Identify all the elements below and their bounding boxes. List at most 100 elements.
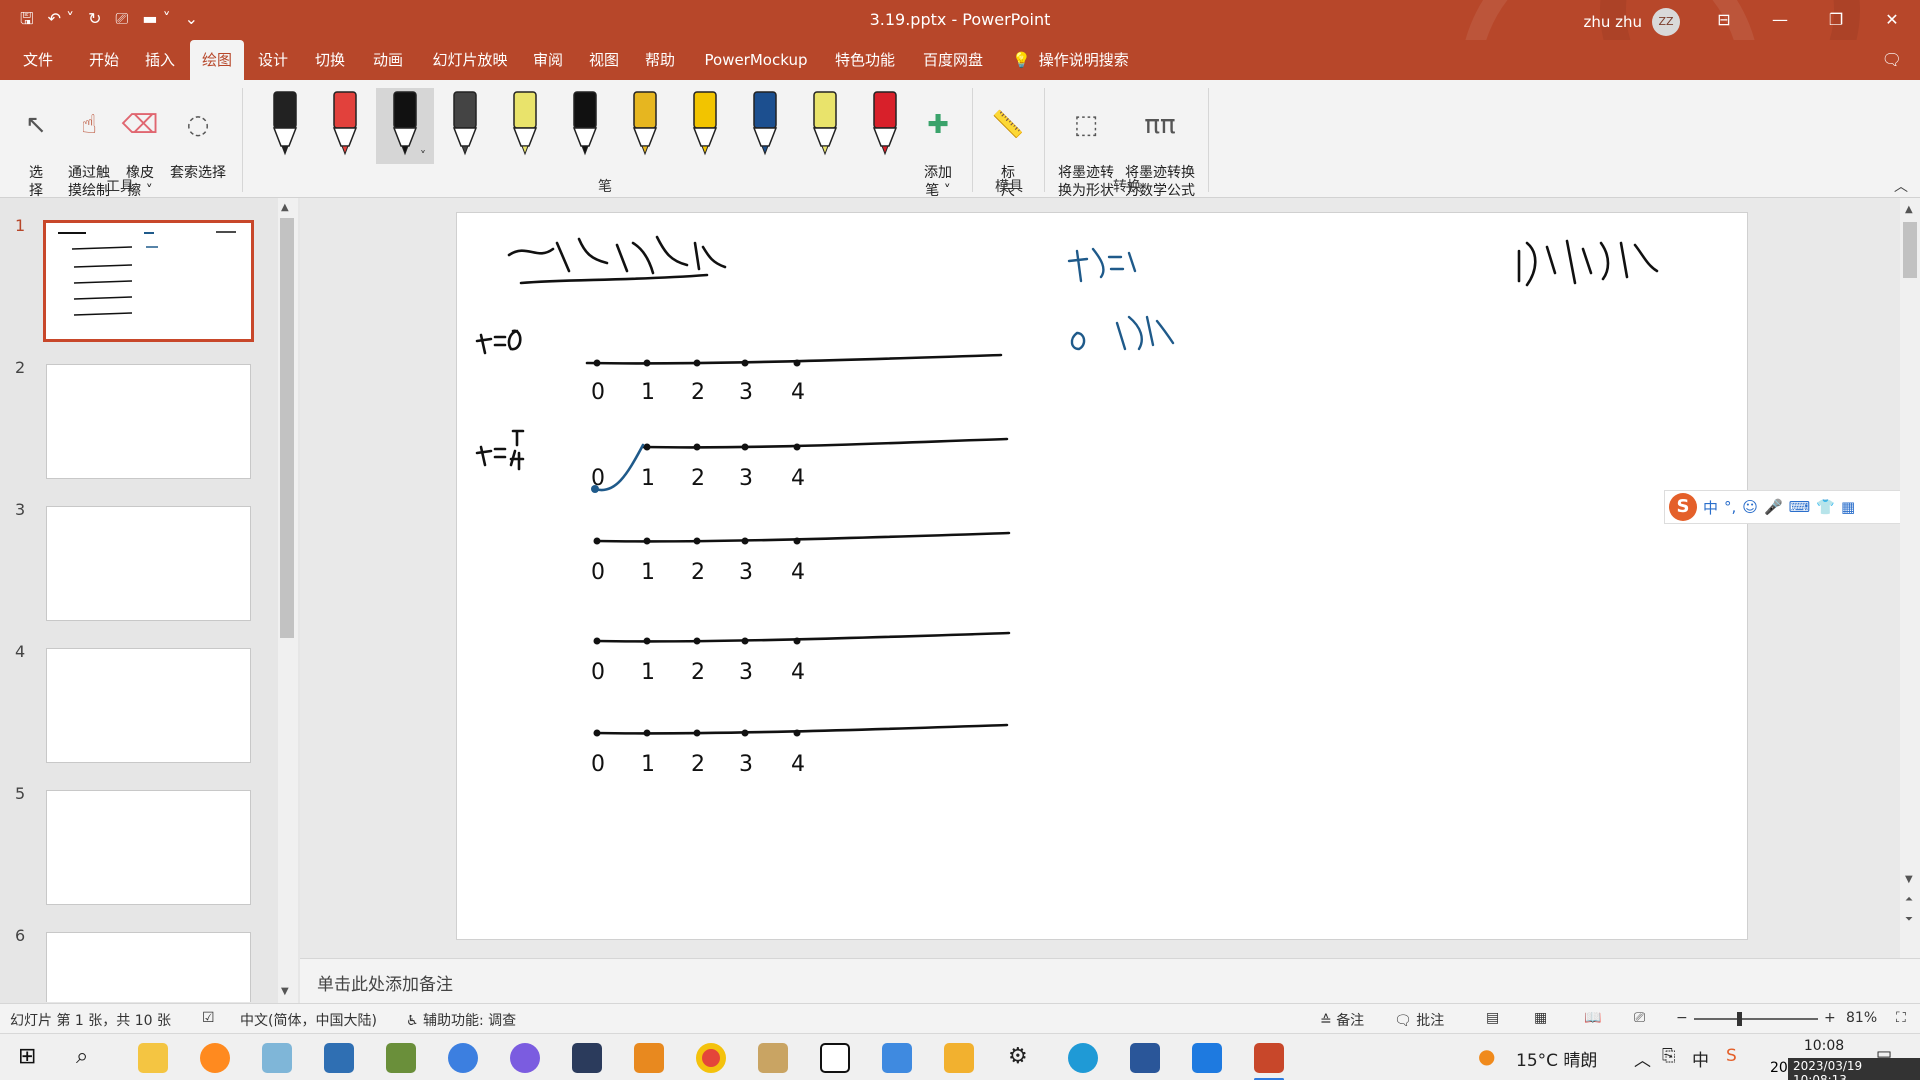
slide-thumbnail-2[interactable]	[46, 364, 251, 479]
tab-transitions[interactable]: 切换	[302, 40, 358, 80]
ime-emoji-icon[interactable]: ☺	[1742, 498, 1758, 516]
app-icon[interactable]	[262, 1043, 292, 1073]
fit-slide-icon[interactable]: ⛶	[1896, 1010, 1906, 1026]
pen-3[interactable]: ˅	[376, 88, 434, 164]
next-slide-icon[interactable]: ⏷	[1905, 914, 1913, 925]
zoom-level[interactable]: 81%	[1846, 1010, 1877, 1026]
ime-keyboard-icon[interactable]: ⌨	[1789, 498, 1811, 516]
tell-me-search[interactable]: 💡 操作说明搜索	[1012, 40, 1129, 80]
slide-scrollbar[interactable]: ▲ ▼ ⏶ ⏷	[1900, 198, 1920, 958]
user-account[interactable]: zhu zhu ZZ	[1583, 8, 1680, 36]
tab-special[interactable]: 特色功能	[824, 40, 906, 80]
notification-icon[interactable]: ▭	[1876, 1044, 1892, 1064]
app-icon[interactable]	[758, 1043, 788, 1073]
close-icon[interactable]: ✕	[1864, 0, 1920, 40]
app-icon[interactable]	[510, 1043, 540, 1073]
slide-thumbnail-6[interactable]	[46, 932, 251, 1002]
tab-insert[interactable]: 插入	[132, 40, 188, 80]
edge-icon[interactable]	[1068, 1043, 1098, 1073]
app-icon[interactable]	[1192, 1043, 1222, 1073]
tab-powermockup[interactable]: PowerMockup	[694, 40, 818, 80]
tray-chevron-icon[interactable]: ︿	[1634, 1046, 1651, 1071]
normal-view-icon[interactable]: ▤	[1486, 1010, 1499, 1026]
spellcheck-icon[interactable]: ☑	[202, 1010, 215, 1026]
scrollbar-thumb[interactable]	[280, 218, 294, 638]
ribbon-display-icon[interactable]: ⊟	[1696, 0, 1752, 40]
app-icon[interactable]	[944, 1043, 974, 1073]
ime-toolbar[interactable]: S 中 °, ☺ 🎤 ⌨ 👕 ▦	[1664, 490, 1920, 524]
tab-design[interactable]: 设计	[246, 40, 300, 80]
tab-slideshow[interactable]: 幻灯片放映	[422, 40, 518, 80]
pen-8[interactable]	[676, 88, 734, 164]
app-icon[interactable]	[386, 1043, 416, 1073]
thumbnail-scrollbar[interactable]: ▲ ▼	[278, 198, 298, 1003]
comments-icon[interactable]: 🗨	[1882, 50, 1902, 69]
pen-5[interactable]	[496, 88, 554, 164]
avatar[interactable]: ZZ	[1652, 8, 1680, 36]
app-icon[interactable]	[882, 1043, 912, 1073]
slide-thumbnail-3[interactable]	[46, 506, 251, 621]
lasso-select-button[interactable]: ◌ 套索选择	[166, 90, 230, 182]
sogou-tray-icon[interactable]: S	[1726, 1046, 1737, 1066]
weather-text[interactable]: 15°C 晴朗	[1516, 1046, 1597, 1071]
reading-view-icon[interactable]: 📖	[1584, 1010, 1601, 1026]
blender-icon[interactable]	[200, 1043, 230, 1073]
sublime-icon[interactable]	[634, 1043, 664, 1073]
tab-draw[interactable]: 绘图	[190, 40, 244, 80]
zoom-in-icon[interactable]: +	[1824, 1010, 1836, 1026]
ime-punct[interactable]: °,	[1724, 498, 1736, 516]
ime-skin-icon[interactable]: 👕	[1816, 498, 1835, 516]
search-icon[interactable]: ⌕	[76, 1044, 88, 1069]
select-button[interactable]: ↖ 选 择	[20, 90, 52, 200]
sorter-view-icon[interactable]: ▦	[1534, 1010, 1547, 1026]
pen-11[interactable]	[856, 88, 914, 164]
restore-icon[interactable]: ❐	[1808, 0, 1864, 40]
tab-baidu[interactable]: 百度网盘	[910, 40, 996, 80]
clock[interactable]: 10:08	[1774, 1036, 1874, 1056]
previous-slide-icon[interactable]: ⏶	[1905, 894, 1913, 905]
pen-1[interactable]	[256, 88, 314, 164]
tab-animations[interactable]: 动画	[360, 40, 416, 80]
add-pen-button[interactable]: ✚ 添加 笔 ˅	[916, 90, 960, 200]
tray-app-icon[interactable]: ⎘	[1662, 1046, 1676, 1066]
scrollbar-thumb[interactable]	[1903, 222, 1917, 278]
scroll-up-icon[interactable]: ▲	[1905, 204, 1913, 215]
chrome-icon[interactable]	[696, 1043, 726, 1073]
file-explorer-icon[interactable]	[138, 1043, 168, 1073]
pen-4[interactable]	[436, 88, 494, 164]
tab-file[interactable]: 文件	[10, 40, 66, 80]
pen-2[interactable]	[316, 88, 374, 164]
pen-7[interactable]	[616, 88, 674, 164]
collapse-ribbon-icon[interactable]: ︿	[1894, 176, 1908, 196]
app-icon[interactable]	[324, 1043, 354, 1073]
ime-mic-icon[interactable]: 🎤	[1764, 498, 1783, 516]
word-icon[interactable]	[1130, 1043, 1160, 1073]
scroll-up-icon[interactable]: ▲	[281, 202, 289, 213]
app-icon[interactable]	[572, 1043, 602, 1073]
slideshow-view-icon[interactable]: ⎚	[1634, 1010, 1645, 1026]
language-status[interactable]: 中文(简体，中国大陆)	[240, 1010, 377, 1030]
pen-6[interactable]	[556, 88, 614, 164]
tab-view[interactable]: 视图	[576, 40, 632, 80]
comments-toggle[interactable]: 🗨 批注	[1394, 1010, 1444, 1030]
ime-tools-icon[interactable]: ▦	[1841, 498, 1855, 516]
minimize-icon[interactable]: —	[1752, 0, 1808, 40]
notion-icon[interactable]	[820, 1043, 850, 1073]
powerpoint-icon[interactable]	[1254, 1043, 1284, 1073]
ime-mode[interactable]: 中	[1703, 497, 1718, 518]
scroll-down-icon[interactable]: ▼	[281, 986, 289, 997]
scroll-down-icon[interactable]: ▼	[1905, 874, 1913, 885]
app-icon[interactable]	[448, 1043, 478, 1073]
zoom-out-icon[interactable]: −	[1676, 1010, 1688, 1026]
slide-canvas[interactable]: 0123401234012340123401234	[456, 212, 1748, 940]
notes-pane[interactable]: 单击此处添加备注	[300, 958, 1920, 1003]
zoom-slider[interactable]	[1694, 1018, 1818, 1020]
zoom-slider-thumb[interactable]	[1737, 1012, 1742, 1026]
slide-thumbnail-1[interactable]	[43, 220, 254, 342]
pen-9[interactable]	[736, 88, 794, 164]
settings-icon[interactable]: ⚙	[1008, 1044, 1028, 1069]
tab-review[interactable]: 审阅	[520, 40, 576, 80]
tab-help[interactable]: 帮助	[632, 40, 688, 80]
ime-tray-icon[interactable]: 中	[1692, 1046, 1709, 1071]
pen-10[interactable]	[796, 88, 854, 164]
